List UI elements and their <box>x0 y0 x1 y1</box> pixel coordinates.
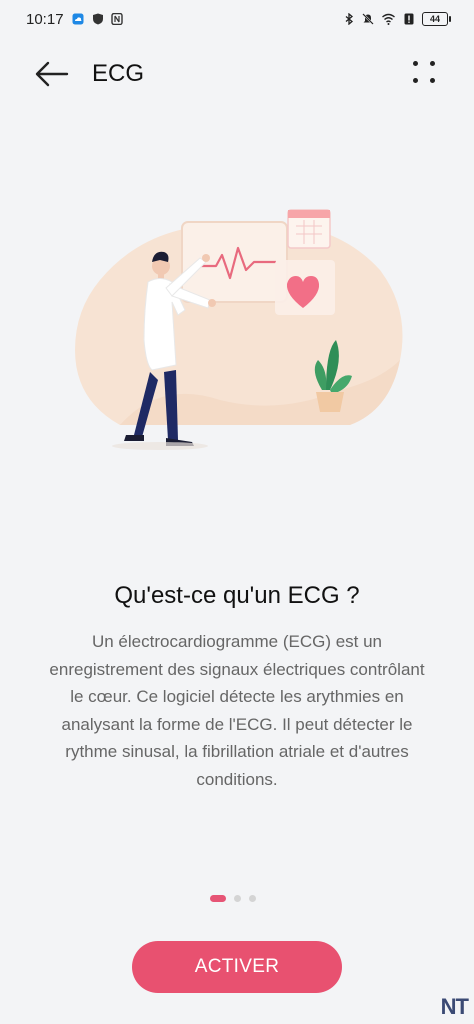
doctor-ecg-illustration <box>75 209 403 450</box>
app-bar: ECG <box>0 48 474 100</box>
cloud-icon <box>72 13 84 25</box>
arrow-left-icon <box>35 61 69 87</box>
more-button[interactable] <box>410 56 440 90</box>
page-title: ECG <box>92 60 145 87</box>
wifi-icon <box>382 13 395 25</box>
shield-icon <box>92 13 103 25</box>
status-left: 10:17 <box>26 11 123 28</box>
bluetooth-icon <box>345 13 354 25</box>
page-dot <box>234 895 241 902</box>
nfc-icon <box>110 13 123 25</box>
watermark-logo: NT <box>440 994 469 1019</box>
battery-level: 44 <box>429 14 440 24</box>
mute-icon <box>362 13 374 25</box>
headline: Qu'est-ce qu'un ECG ? <box>114 582 360 609</box>
description: Un électrocardiogramme (ECG) est un enre… <box>49 632 425 789</box>
page-indicator <box>210 895 256 902</box>
activate-button[interactable]: ACTIVER <box>132 941 342 993</box>
calendar-card <box>287 209 331 249</box>
back-button[interactable] <box>34 58 70 90</box>
battery-icon: 44 <box>422 12 451 26</box>
status-bar: 10:17 44 <box>0 0 474 38</box>
status-right: 44 <box>343 12 451 26</box>
page-dot <box>249 895 256 902</box>
page-dot-active <box>210 895 226 902</box>
alert-icon <box>404 13 414 25</box>
status-time: 10:17 <box>26 10 64 28</box>
heart-card <box>275 260 335 315</box>
